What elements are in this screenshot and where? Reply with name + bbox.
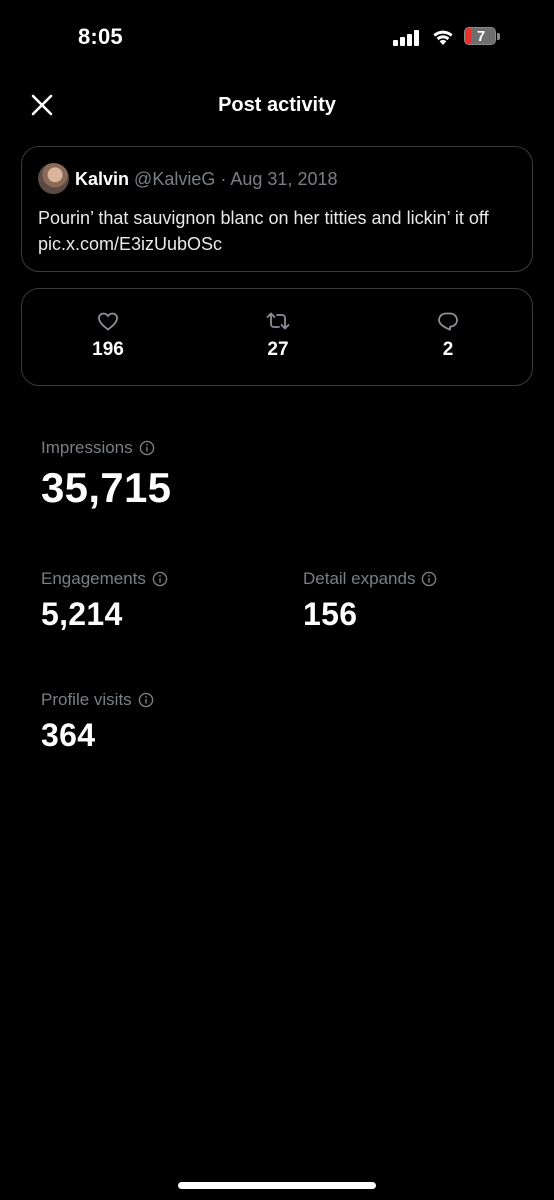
post-card[interactable]: Kalvin @KalvieG · Aug 31, 2018 Pourin’ t… <box>21 146 533 272</box>
author-handle: @KalvieG <box>134 169 216 189</box>
impressions-value: 35,715 <box>41 464 172 511</box>
page-title: Post activity <box>218 94 336 116</box>
likes-value: 196 <box>92 339 124 360</box>
engagements-metric: Engagements 5,214 <box>41 568 168 634</box>
profile-visits-label: Profile visits <box>41 690 132 709</box>
battery-level: 7 <box>476 28 486 45</box>
profile-visits-value: 364 <box>41 717 96 753</box>
signal-icon <box>393 30 419 46</box>
impressions-metric: Impressions 35,715 <box>41 437 171 513</box>
info-icon[interactable] <box>139 440 155 456</box>
reposts-count[interactable]: 27 <box>218 309 338 361</box>
post-header: Kalvin @KalvieG · Aug 31, 2018 <box>75 167 338 191</box>
post-date: Aug 31, 2018 <box>230 169 338 189</box>
wifi-icon <box>433 30 453 45</box>
info-icon[interactable] <box>138 692 154 708</box>
home-indicator[interactable] <box>178 1182 376 1189</box>
avatar[interactable] <box>38 163 69 194</box>
detail-expands-value: 156 <box>303 596 358 632</box>
author-name: Kalvin <box>75 169 130 189</box>
likes-count[interactable]: 196 <box>48 309 168 361</box>
status-time: 8:05 <box>78 24 123 49</box>
post-text: Pourin’ that sauvignon blanc on her titt… <box>38 208 489 254</box>
profile-visits-metric: Profile visits 364 <box>41 689 154 755</box>
detail-expands-label: Detail expands <box>303 569 416 588</box>
meta-separator: · <box>220 169 227 189</box>
engagements-label: Engagements <box>41 569 146 588</box>
battery-icon: 7 <box>464 27 500 47</box>
info-icon[interactable] <box>152 571 168 587</box>
engagements-value: 5,214 <box>41 596 123 632</box>
replies-count[interactable]: 2 <box>388 309 508 361</box>
reposts-value: 27 <box>267 339 289 360</box>
status-bar: 8:05 7 <box>0 0 554 76</box>
repost-icon <box>266 312 290 330</box>
heart-icon <box>98 312 118 331</box>
reply-icon <box>438 312 458 331</box>
replies-value: 2 <box>442 339 454 360</box>
close-icon[interactable] <box>28 91 56 119</box>
detail-expands-metric: Detail expands 156 <box>303 568 437 634</box>
engagement-counts: 196 27 2 <box>21 288 533 386</box>
info-icon[interactable] <box>421 571 437 587</box>
impressions-label: Impressions <box>41 438 133 457</box>
